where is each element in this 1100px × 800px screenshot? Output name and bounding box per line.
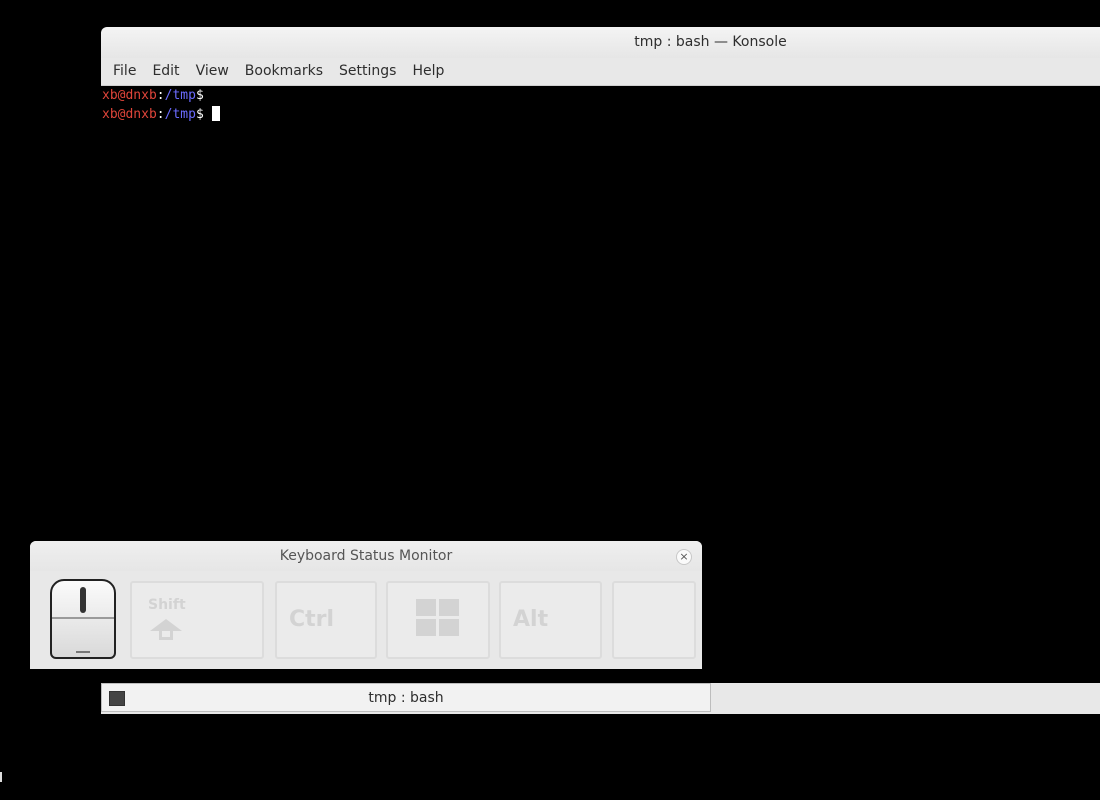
- screen-edge-marker: [0, 772, 2, 782]
- prompt-symbol: $: [195, 88, 204, 103]
- menu-file[interactable]: File: [105, 58, 144, 85]
- konsole-titlebar[interactable]: tmp : bash — Konsole: [101, 27, 1100, 58]
- terminal-line: xb@dnxb:/tmp$: [102, 105, 220, 124]
- prompt-user: xb@dnxb: [102, 107, 157, 122]
- menu-settings[interactable]: Settings: [331, 58, 404, 85]
- ksm-titlebar[interactable]: Keyboard Status Monitor ×: [30, 541, 702, 571]
- super-key: [386, 581, 490, 659]
- mouse-middle-button: [80, 587, 86, 613]
- terminal-area[interactable]: xb@dnxb:/tmp$ xb@dnxb:/tmp$: [102, 86, 220, 124]
- mouse-icon: [50, 579, 116, 659]
- prompt-symbol: $: [195, 107, 204, 122]
- ksm-body: Shift Ctrl Alt: [30, 571, 702, 669]
- menubar: File Edit View Bookmarks Settings Help: [101, 58, 1100, 86]
- keyboard-status-monitor: Keyboard Status Monitor × Shift Ctrl Alt: [30, 541, 702, 669]
- menu-edit[interactable]: Edit: [144, 58, 187, 85]
- prompt-sep: :: [156, 88, 165, 103]
- menu-view[interactable]: View: [188, 58, 237, 85]
- ctrl-key: Ctrl: [275, 581, 377, 659]
- window-title: tmp : bash — Konsole: [634, 34, 787, 50]
- konsole-window: tmp : bash — Konsole File Edit View Book…: [101, 27, 1100, 86]
- shift-label: Shift: [148, 597, 186, 613]
- prompt-path: /tmp: [164, 107, 196, 122]
- taskbar-item-konsole[interactable]: tmp : bash: [101, 683, 711, 712]
- taskbar-item-label: tmp : bash: [368, 690, 444, 706]
- terminal-line: xb@dnxb:/tmp$: [102, 86, 220, 105]
- alt-label: Alt: [513, 607, 549, 632]
- text-cursor: [211, 106, 220, 121]
- menu-help[interactable]: Help: [404, 58, 452, 85]
- prompt-user: xb@dnxb: [102, 88, 157, 103]
- prompt-sep: :: [156, 107, 165, 122]
- prompt-path: /tmp: [164, 88, 196, 103]
- menu-bookmarks[interactable]: Bookmarks: [237, 58, 331, 85]
- alt-key: Alt: [499, 581, 602, 659]
- ksm-title: Keyboard Status Monitor: [279, 548, 453, 564]
- taskbar: tmp : bash: [101, 683, 1100, 714]
- windows-logo-icon: [416, 599, 462, 639]
- extra-key: [612, 581, 696, 659]
- ctrl-label: Ctrl: [289, 607, 335, 632]
- close-icon[interactable]: ×: [676, 549, 692, 565]
- shift-key: Shift: [130, 581, 264, 659]
